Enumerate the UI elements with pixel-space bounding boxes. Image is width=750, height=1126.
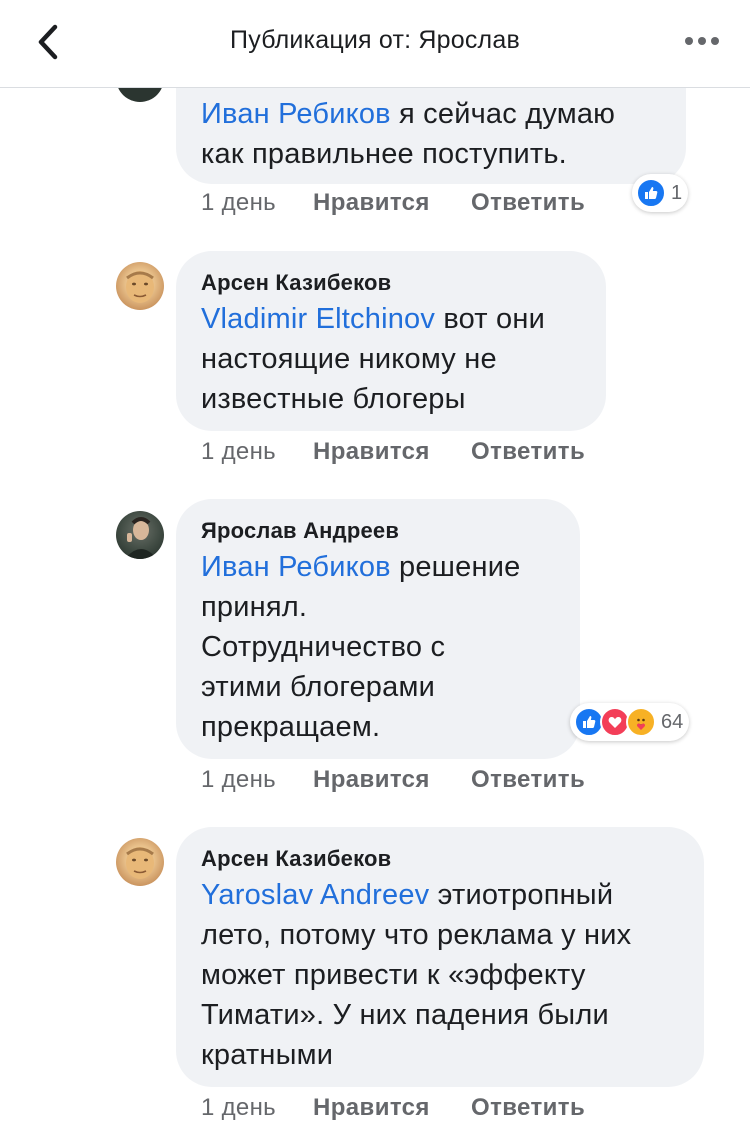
comment-bubble[interactable]: Иван Ребиков я сейчас думаю как правильн… [176, 86, 686, 184]
mention-link[interactable]: Yaroslav Andreev [201, 879, 429, 911]
like-reaction-icon [636, 178, 666, 208]
like-button[interactable]: Нравится [313, 766, 471, 794]
reaction-count: 1 [671, 181, 683, 204]
comment-actions: 1 день Нравится Ответить [201, 1094, 585, 1122]
comment-text: Vladimir Eltchinov вот они настоящие ник… [201, 303, 545, 415]
mention-link[interactable]: Vladimir Eltchinov [201, 303, 435, 335]
reply-button[interactable]: Ответить [471, 189, 585, 217]
timestamp: 1 день [201, 766, 276, 793]
reply-button[interactable]: Ответить [471, 1094, 585, 1122]
avatar[interactable] [116, 511, 164, 559]
timestamp: 1 день [201, 189, 276, 216]
like-button[interactable]: Нравится [313, 189, 471, 217]
avatar-face-icon [126, 271, 154, 303]
page-title: Публикация от: Ярослав [230, 26, 520, 54]
like-button[interactable]: Нравится [313, 438, 471, 466]
mention-link[interactable]: Иван Ребиков [201, 98, 391, 130]
avatar[interactable] [116, 838, 164, 886]
comment-author[interactable]: Арсен Казибеков [201, 845, 678, 873]
comment-bubble[interactable]: Арсен Казибеков Yaroslav Andreev этиотро… [176, 827, 704, 1087]
timestamp: 1 день [201, 1094, 276, 1121]
comment-text: Yaroslav Andreev этиотропный лето, потом… [201, 879, 632, 1071]
comment-text: Иван Ребиков решение принял. Сотрудничес… [201, 551, 521, 743]
comment-actions: 1 день Нравится Ответить [201, 438, 585, 466]
comment-author[interactable]: Арсен Казибеков [201, 269, 580, 297]
mention-link[interactable]: Иван Ребиков [201, 551, 391, 583]
comment-actions: 1 день Нравится Ответить [201, 766, 585, 794]
reactions-summary[interactable]: 64 [570, 703, 690, 741]
reply-button[interactable]: Ответить [471, 438, 585, 466]
avatar-face-icon [126, 847, 154, 879]
like-button[interactable]: Нравится [313, 1094, 471, 1122]
reactions-summary[interactable]: 1 [632, 174, 689, 212]
comment-bubble[interactable]: Ярослав Андреев Иван Ребиков решение при… [176, 499, 580, 759]
top-bar: Публикация от: Ярослав [0, 0, 750, 88]
more-horizontal-icon [685, 37, 719, 45]
avatar[interactable] [116, 262, 164, 310]
timestamp: 1 день [201, 438, 276, 465]
comment-actions: 1 день Нравится Ответить [201, 189, 585, 217]
care-reaction-icon [626, 707, 656, 737]
reply-button[interactable]: Ответить [471, 766, 585, 794]
avatar-face-icon [125, 517, 157, 559]
comment-author[interactable]: Ярослав Андреев [201, 517, 554, 545]
more-options-button[interactable] [682, 26, 722, 56]
reaction-count: 64 [661, 710, 684, 733]
comment-bubble[interactable]: Арсен Казибеков Vladimir Eltchinov вот о… [176, 251, 606, 431]
comment-text: Иван Ребиков я сейчас думаю как правильн… [201, 98, 616, 170]
